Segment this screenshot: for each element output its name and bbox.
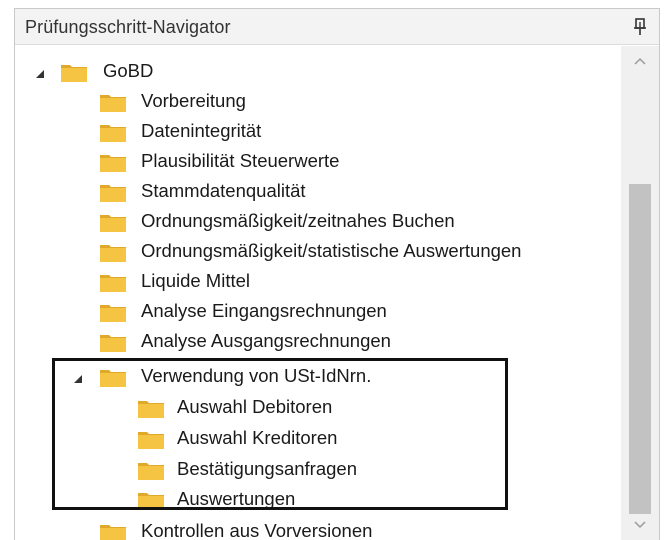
- folder-icon: [137, 459, 165, 481]
- scrollbar-thumb[interactable]: [629, 184, 651, 514]
- panel-titlebar: Prüfungsschritt-Navigator: [15, 9, 659, 45]
- tree-node-label: Analyse Ausgangsrechnungen: [141, 330, 391, 351]
- tree-node-label: Stammdatenqualität: [141, 180, 306, 201]
- folder-icon: [137, 397, 165, 419]
- folder-icon: [99, 366, 127, 388]
- tree-node-label: Vorbereitung: [141, 90, 246, 111]
- tree-node-label: Auswahl Debitoren: [177, 396, 333, 417]
- tree-node-label: Ordnungsmäßigkeit/zeitnahes Buchen: [141, 210, 455, 231]
- vertical-scrollbar[interactable]: [621, 46, 659, 540]
- tree-node-label: GoBD: [103, 60, 154, 81]
- tree-node-auswahl-debitoren[interactable]: Auswahl Debitoren: [15, 392, 615, 422]
- folder-icon: [99, 211, 127, 233]
- tree-node-auswahl-kreditoren[interactable]: Auswahl Kreditoren: [15, 423, 615, 453]
- folder-icon: [99, 151, 127, 173]
- tree-node-verwendung-ust[interactable]: Verwendung von USt-IdNrn.: [15, 361, 615, 391]
- tree-node-ausgangsrechnungen[interactable]: Analyse Ausgangsrechnungen: [15, 326, 615, 356]
- folder-icon: [99, 521, 127, 540]
- tree-node-bestaetigungsanfragen[interactable]: Bestätigungsanfragen: [15, 454, 615, 484]
- tree-view: GoBD Vorbereitung Datenintegrität Plausi…: [15, 46, 621, 540]
- tree-node-statistische-auswertungen[interactable]: Ordnungsmäßigkeit/statistische Auswertun…: [15, 236, 615, 266]
- collapse-triangle-icon[interactable]: [35, 66, 45, 78]
- tree-node-label: Auswertungen: [177, 488, 296, 509]
- folder-icon: [99, 331, 127, 353]
- tree-node-stammdatenqualitaet[interactable]: Stammdatenqualität: [15, 176, 615, 206]
- tree-node-label: Analyse Eingangsrechnungen: [141, 300, 387, 321]
- collapse-triangle-icon[interactable]: [73, 371, 83, 383]
- tree-node-label: Plausibilität Steuerwerte: [141, 150, 340, 171]
- tree-node-label: Auswahl Kreditoren: [177, 427, 338, 448]
- tree-node-auswertungen[interactable]: Auswertungen: [15, 484, 615, 514]
- tree-node-eingangsrechnungen[interactable]: Analyse Eingangsrechnungen: [15, 296, 615, 326]
- tree-node-label: Bestätigungsanfragen: [177, 458, 357, 479]
- folder-icon: [99, 121, 127, 143]
- tree-node-label: Liquide Mittel: [141, 270, 251, 291]
- tree-node-datenintegritaet[interactable]: Datenintegrität: [15, 116, 615, 146]
- scroll-up-arrow-icon[interactable]: [621, 46, 659, 76]
- folder-icon: [137, 428, 165, 450]
- tree-node-label: Ordnungsmäßigkeit/statistische Auswertun…: [141, 240, 522, 261]
- folder-icon: [99, 91, 127, 113]
- folder-icon: [99, 301, 127, 323]
- tree-node-liquide-mittel[interactable]: Liquide Mittel: [15, 266, 615, 296]
- tree-node-vorbereitung[interactable]: Vorbereitung: [15, 86, 615, 116]
- tree-node-label: Datenintegrität: [141, 120, 262, 141]
- tree-node-label: Verwendung von USt-IdNrn.: [141, 365, 372, 386]
- panel-title: Prüfungsschritt-Navigator: [25, 17, 231, 37]
- folder-icon: [99, 181, 127, 203]
- folder-icon: [137, 489, 165, 511]
- tree-node-label: Kontrollen aus Vorversionen: [141, 520, 373, 540]
- pin-icon[interactable]: [633, 17, 647, 37]
- tree-node-plausibilitaet[interactable]: Plausibilität Steuerwerte: [15, 146, 615, 176]
- folder-icon: [99, 271, 127, 293]
- tree-node-zeitnahes-buchen[interactable]: Ordnungsmäßigkeit/zeitnahes Buchen: [15, 206, 615, 236]
- tree-node-gobd[interactable]: GoBD: [15, 56, 615, 86]
- tree-node-kontrollen-vorversionen[interactable]: Kontrollen aus Vorversionen: [15, 516, 615, 540]
- folder-icon: [99, 241, 127, 263]
- scroll-down-arrow-icon[interactable]: [621, 510, 659, 540]
- folder-icon: [60, 61, 88, 83]
- navigator-panel: Prüfungsschritt-Navigator GoBD Vorbereit…: [14, 8, 660, 540]
